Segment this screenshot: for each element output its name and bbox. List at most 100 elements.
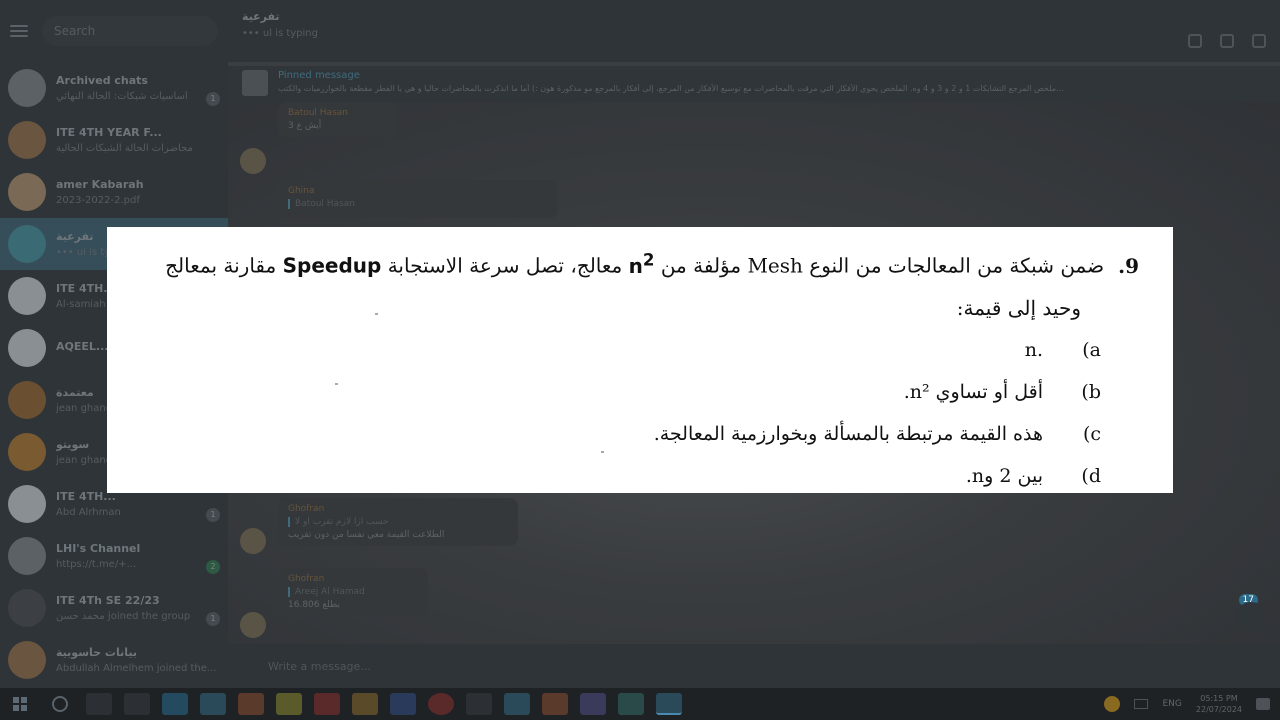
chat-last-message: 2023-2022-2.pdf [56, 195, 140, 206]
app-icon[interactable] [200, 693, 226, 715]
avatar [8, 69, 46, 107]
app-icon[interactable] [618, 693, 644, 715]
stem-text: مقارنة بمعالج [165, 253, 277, 278]
message-sender: Ghofran [288, 574, 325, 584]
scan-speck [601, 451, 604, 453]
language-indicator[interactable]: ENG [1162, 699, 1181, 709]
app-icon[interactable] [542, 693, 568, 715]
chat-last-message: https://t.me/+... [56, 559, 137, 570]
search-icon[interactable] [52, 696, 68, 712]
avatar [8, 537, 46, 575]
search-input[interactable]: Search [42, 16, 218, 46]
message-input[interactable]: Write a message... [268, 660, 371, 673]
search-icon[interactable] [1188, 34, 1202, 48]
app-icon[interactable] [390, 693, 416, 715]
answer-option: (d بين 2 وn. [167, 455, 1139, 497]
question-stem-line-1: 9. ضمن شبكة من المعالجات من النوع Mesh مؤ… [165, 239, 1139, 287]
pinned-message-bar[interactable]: Pinned message ملخص المرجع التشابكات 1 و… [228, 66, 1280, 102]
message-text: بطلع 16.806 [288, 600, 341, 610]
telegram-icon[interactable] [656, 693, 682, 715]
answer-option: (b أقل أو تساوي n². [167, 371, 1139, 413]
message-text: 3 أيش ع [288, 121, 322, 131]
sidebar-top: Search [0, 0, 228, 62]
pinned-thumbnail [242, 70, 268, 96]
chat-last-message: Abdullah Almelhem joined the... [56, 663, 217, 674]
option-letter: (d [1081, 464, 1101, 487]
chat-list-item[interactable]: ITE 4TH YEAR F... محاضرات الحالة الشبكات … [0, 114, 228, 166]
chat-list-item[interactable]: Archived chats أساسيات شبكات: الحالة النه… [0, 62, 228, 114]
menu-icon[interactable] [10, 25, 28, 37]
clock-time: 05:15 PM [1200, 694, 1238, 703]
option-text: أقل أو تساوي n². [903, 380, 1043, 403]
chat-list-item[interactable]: amer Kabarah 2023-2022-2.pdf [0, 166, 228, 218]
stem-text: معالج، تصل سرعة الاستجابة [387, 253, 623, 278]
media-player-icon[interactable] [124, 693, 150, 715]
chat-text: ITE 4TH YEAR F... محاضرات الحالة الشبكات … [56, 126, 220, 154]
avatar [8, 121, 46, 159]
pinned-label: Pinned message [278, 70, 360, 81]
unread-badge: 1 [206, 612, 220, 626]
system-tray: ENG 05:15 PM 22/07/2024 [1104, 688, 1280, 720]
answer-option: (c هذه القيمة مرتبطة بالمسألة وبخوارزمية … [167, 413, 1139, 455]
task-view-icon[interactable] [86, 693, 112, 715]
scroll-down-button[interactable] [1236, 602, 1266, 632]
unread-badge: 2 [206, 560, 220, 574]
message-sender: Ghina [288, 186, 315, 196]
app-icon[interactable] [428, 693, 454, 715]
avatar [8, 433, 46, 471]
option-letter: (a [1082, 338, 1101, 361]
chat-list-item[interactable]: LHI's Channel https://t.me/+... 2 [0, 530, 228, 582]
chat-name: بيانات حاسوبية [56, 646, 137, 659]
option-text: بين 2 وn. [965, 464, 1043, 487]
chat-last-message: محمد حسن joined the group [56, 611, 191, 622]
chat-name: ITE 4TH YEAR F... [56, 126, 162, 139]
clock-date: 22/07/2024 [1195, 705, 1242, 714]
windows-logo-icon [13, 697, 27, 711]
n-squared: n2 [629, 250, 655, 278]
avatar [8, 173, 46, 211]
chat-last-message: أساسيات شبكات: الحالة النهائي [56, 91, 188, 102]
message-bubble[interactable]: Ghofran Areej Al Hamad بطلع 16.806 [278, 568, 428, 616]
answer-options: (a .n (b أقل أو تساوي n². (c هذه القيمة مرتبط… [167, 329, 1139, 497]
avatar[interactable] [240, 612, 266, 638]
chat-list-item[interactable]: ITE 4Th SE 22/23 محمد حسن joined the grou… [0, 582, 228, 634]
message-bubble[interactable]: Batoul Hasan 3 أيش ع [278, 102, 398, 137]
clock[interactable]: 05:15 PM 22/07/2024 [1196, 693, 1242, 715]
avatar[interactable] [240, 528, 266, 554]
app-icon[interactable] [238, 693, 264, 715]
option-text: هذه القيمة مرتبطة بالمسألة وبخوارزمية ال… [653, 422, 1043, 445]
chat-name: ITE 4Th SE 22/23 [56, 594, 160, 607]
avatar[interactable] [240, 148, 266, 174]
message-bubble[interactable]: Ghofran حسب ازا لازم تقرب او لا الطلاعت … [278, 498, 518, 546]
message-composer[interactable]: Write a message... [228, 644, 1280, 688]
keyboard-icon[interactable] [1134, 699, 1149, 709]
option-text: .n [1024, 338, 1043, 361]
chat-name: amer Kabarah [56, 178, 144, 191]
question-stem-line-2: وحيد إلى قيمة: [956, 295, 1081, 320]
sidebar-toggle-icon[interactable] [1220, 34, 1234, 48]
scan-speck [375, 313, 378, 315]
avatar [8, 589, 46, 627]
file-explorer-icon[interactable] [352, 693, 378, 715]
start-button[interactable] [0, 688, 40, 720]
app-icon[interactable] [466, 693, 492, 715]
notification-icon[interactable] [1256, 698, 1270, 710]
app-icon[interactable] [580, 693, 606, 715]
app-icon[interactable] [504, 693, 530, 715]
answer-option: (a .n [167, 329, 1139, 371]
app-icon[interactable] [276, 693, 302, 715]
chat-header[interactable]: تفرعية ••• ul is typing [228, 0, 1280, 62]
option-letter: (b [1081, 380, 1101, 403]
chat-text: ITE 4Th SE 22/23 محمد حسن joined the grou… [56, 594, 220, 622]
avatar [8, 225, 46, 263]
reply-quote: حسب ازا لازم تقرب او لا [288, 517, 508, 527]
avatar [8, 329, 46, 367]
more-icon[interactable] [1252, 34, 1266, 48]
message-bubble[interactable]: Ghina Batoul Hasan [278, 180, 558, 218]
chat-title: تفرعية [242, 10, 280, 23]
pdf-icon[interactable] [314, 693, 340, 715]
edge-icon[interactable] [162, 693, 188, 715]
question-image: 9. ضمن شبكة من المعالجات من النوع Mesh مؤ… [107, 227, 1173, 493]
weather-icon[interactable] [1104, 696, 1121, 712]
chat-list-item[interactable]: بيانات حاسوبية Abdullah Almelhem joined t… [0, 634, 228, 686]
